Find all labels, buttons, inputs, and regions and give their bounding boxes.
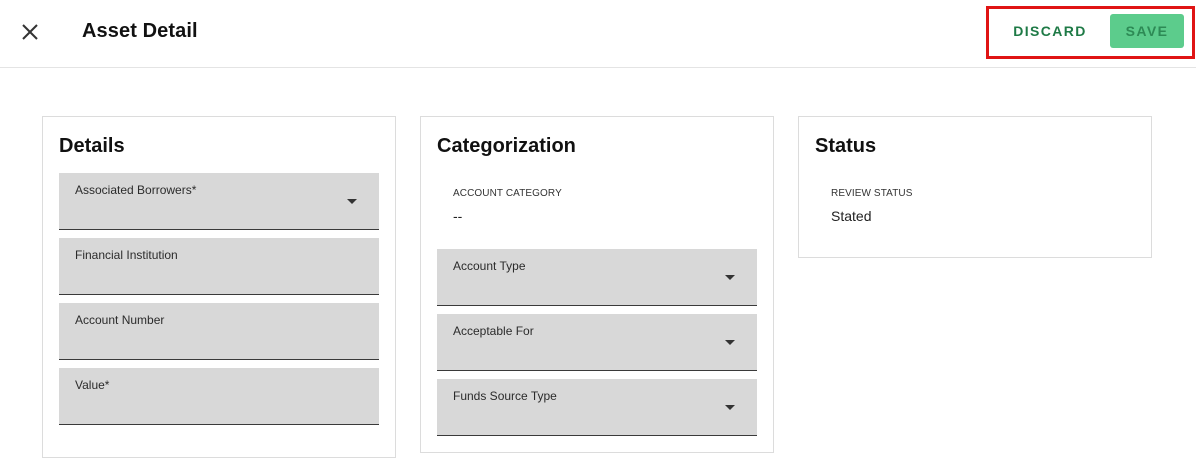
categorization-card-title: Categorization bbox=[437, 135, 576, 157]
account-number-field[interactable]: Account Number bbox=[59, 303, 379, 360]
categorization-card: Categorization ACCOUNT CATEGORY -- Accou… bbox=[420, 116, 774, 453]
funds-source-type-select[interactable]: Funds Source Type bbox=[437, 379, 757, 436]
details-card: Details Associated Borrowers* Financial … bbox=[42, 116, 396, 458]
account-category-label: ACCOUNT CATEGORY bbox=[453, 188, 562, 199]
account-type-label: Account Type bbox=[453, 259, 526, 273]
status-card-title: Status bbox=[815, 135, 877, 157]
acceptable-for-label: Acceptable For bbox=[453, 324, 534, 338]
financial-institution-label: Financial Institution bbox=[75, 248, 178, 262]
value-field[interactable]: Value* bbox=[59, 368, 379, 425]
funds-source-type-label: Funds Source Type bbox=[453, 389, 557, 403]
details-card-title: Details bbox=[59, 135, 125, 157]
review-status-label: REVIEW STATUS bbox=[831, 188, 913, 199]
associated-borrowers-label: Associated Borrowers* bbox=[75, 183, 197, 197]
review-status-value: Stated bbox=[831, 208, 872, 224]
save-button[interactable]: SAVE bbox=[1110, 14, 1184, 48]
close-icon bbox=[22, 24, 38, 40]
acceptable-for-select[interactable]: Acceptable For bbox=[437, 314, 757, 371]
status-card: Status REVIEW STATUS Stated bbox=[798, 116, 1152, 258]
account-category-value: -- bbox=[453, 208, 463, 224]
top-bar: Asset Detail DISCARD SAVE bbox=[0, 0, 1196, 68]
discard-button[interactable]: DISCARD bbox=[1004, 14, 1096, 48]
account-number-label: Account Number bbox=[75, 313, 165, 327]
chevron-down-icon bbox=[347, 199, 357, 204]
financial-institution-field[interactable]: Financial Institution bbox=[59, 238, 379, 295]
associated-borrowers-select[interactable]: Associated Borrowers* bbox=[59, 173, 379, 230]
close-button[interactable] bbox=[14, 16, 46, 48]
chevron-down-icon bbox=[725, 340, 735, 345]
value-label: Value* bbox=[75, 378, 110, 392]
account-type-select[interactable]: Account Type bbox=[437, 249, 757, 306]
chevron-down-icon bbox=[725, 275, 735, 280]
page-title: Asset Detail bbox=[82, 20, 198, 42]
chevron-down-icon bbox=[725, 405, 735, 410]
